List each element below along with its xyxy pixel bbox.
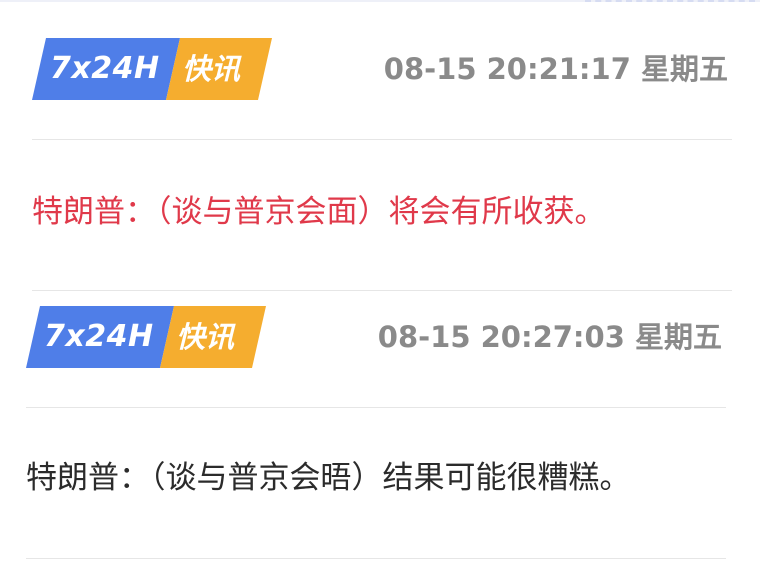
flash-badge: 7x24H 快讯: [26, 306, 266, 368]
item-divider: [26, 558, 726, 559]
badge-label-7x24h: 7x24H: [44, 319, 154, 354]
news-headline[interactable]: 特朗普：（谈与普京会晤）结果可能很糟糕。: [26, 456, 631, 500]
news-item[interactable]: 7x24H 快讯 08-15 20:27:03 星期五 特朗普：（谈与普京会晤）…: [26, 306, 726, 556]
news-item[interactable]: 7x24H 快讯 08-15 20:21:17 星期五 特朗普：（谈与普京会面）…: [32, 38, 732, 258]
news-divider: [26, 407, 726, 408]
flash-badge: 7x24H 快讯: [32, 38, 272, 100]
news-timestamp: 08-15 20:21:17 星期五: [383, 52, 728, 86]
news-item-header: 7x24H 快讯 08-15 20:21:17 星期五: [32, 38, 732, 100]
badge-label-flash: 快讯: [182, 52, 241, 86]
badge-label-flash: 快讯: [176, 320, 235, 354]
news-item-header: 7x24H 快讯 08-15 20:27:03 星期五: [26, 306, 726, 368]
news-feed: 7x24H 快讯 08-15 20:21:17 星期五 特朗普：（谈与普京会面）…: [0, 0, 760, 567]
news-divider: [32, 139, 732, 140]
news-headline[interactable]: 特朗普：（谈与普京会面）将会有所收获。: [32, 190, 606, 234]
item-divider: [32, 290, 732, 291]
news-timestamp: 08-15 20:27:03 星期五: [377, 320, 722, 354]
top-dashed-divider: [585, 0, 755, 2]
badge-label-7x24h: 7x24H: [50, 51, 160, 86]
